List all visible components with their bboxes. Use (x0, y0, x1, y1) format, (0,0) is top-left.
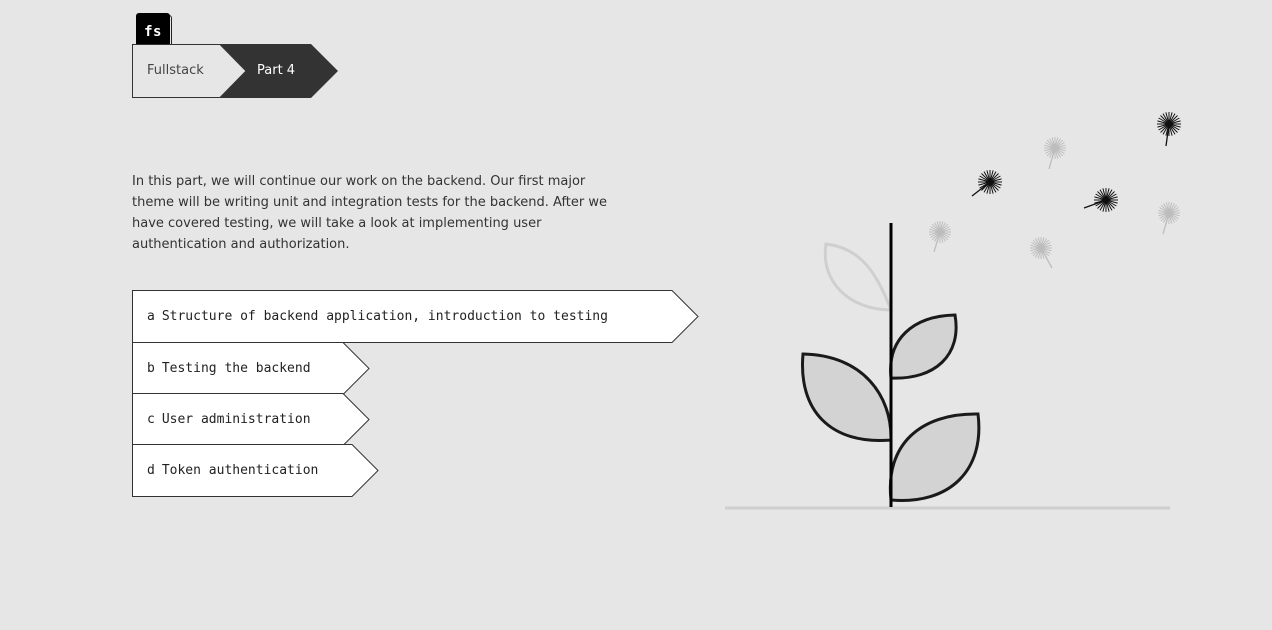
breadcrumb-fullstack-link[interactable]: Fullstack (147, 44, 204, 98)
section-label: c User administration (147, 393, 311, 446)
dandelion-seed-icon (1030, 237, 1053, 269)
dandelion-seeds (929, 112, 1181, 269)
section-letter: a (147, 309, 155, 324)
section-title: Testing the backend (161, 361, 311, 376)
section-title: Token authentication (161, 463, 319, 478)
faded-leaf (823, 242, 894, 312)
leaf-right-lower (888, 412, 981, 502)
breadcrumb: Fullstack Part 4 (132, 44, 342, 98)
section-letter: c (147, 412, 155, 427)
dandelion-seed-icon (1157, 112, 1181, 147)
section-letter: d (147, 463, 155, 478)
section-link-d[interactable]: d Token authentication (132, 444, 382, 497)
section-label: d Token authentication (147, 444, 318, 497)
part-intro-text: In this part, we will continue our work … (132, 174, 607, 252)
section-label: b Testing the backend (147, 342, 311, 395)
section-link-c[interactable]: c User administration (132, 393, 374, 446)
dandelion-seed-icon (1044, 137, 1066, 170)
breadcrumb-part-4[interactable]: Part 4 (257, 44, 295, 98)
dandelion-seed-icon (1158, 202, 1180, 235)
section-label: a Structure of backend application, intro… (147, 290, 608, 343)
section-letter: b (147, 361, 155, 376)
plant-illustration (725, 112, 1181, 510)
section-title: Structure of backend application, introd… (161, 309, 608, 324)
leaf-right-upper (889, 313, 958, 380)
section-title: User administration (161, 412, 311, 427)
dandelion-seed-icon (1083, 188, 1118, 212)
dandelion-seed-icon (929, 221, 951, 253)
leaf-left (801, 352, 893, 442)
section-link-b[interactable]: b Testing the backend (132, 342, 374, 395)
dandelion-seed-icon (971, 170, 1002, 197)
section-link-a[interactable]: a Structure of backend application, intro… (132, 290, 702, 343)
